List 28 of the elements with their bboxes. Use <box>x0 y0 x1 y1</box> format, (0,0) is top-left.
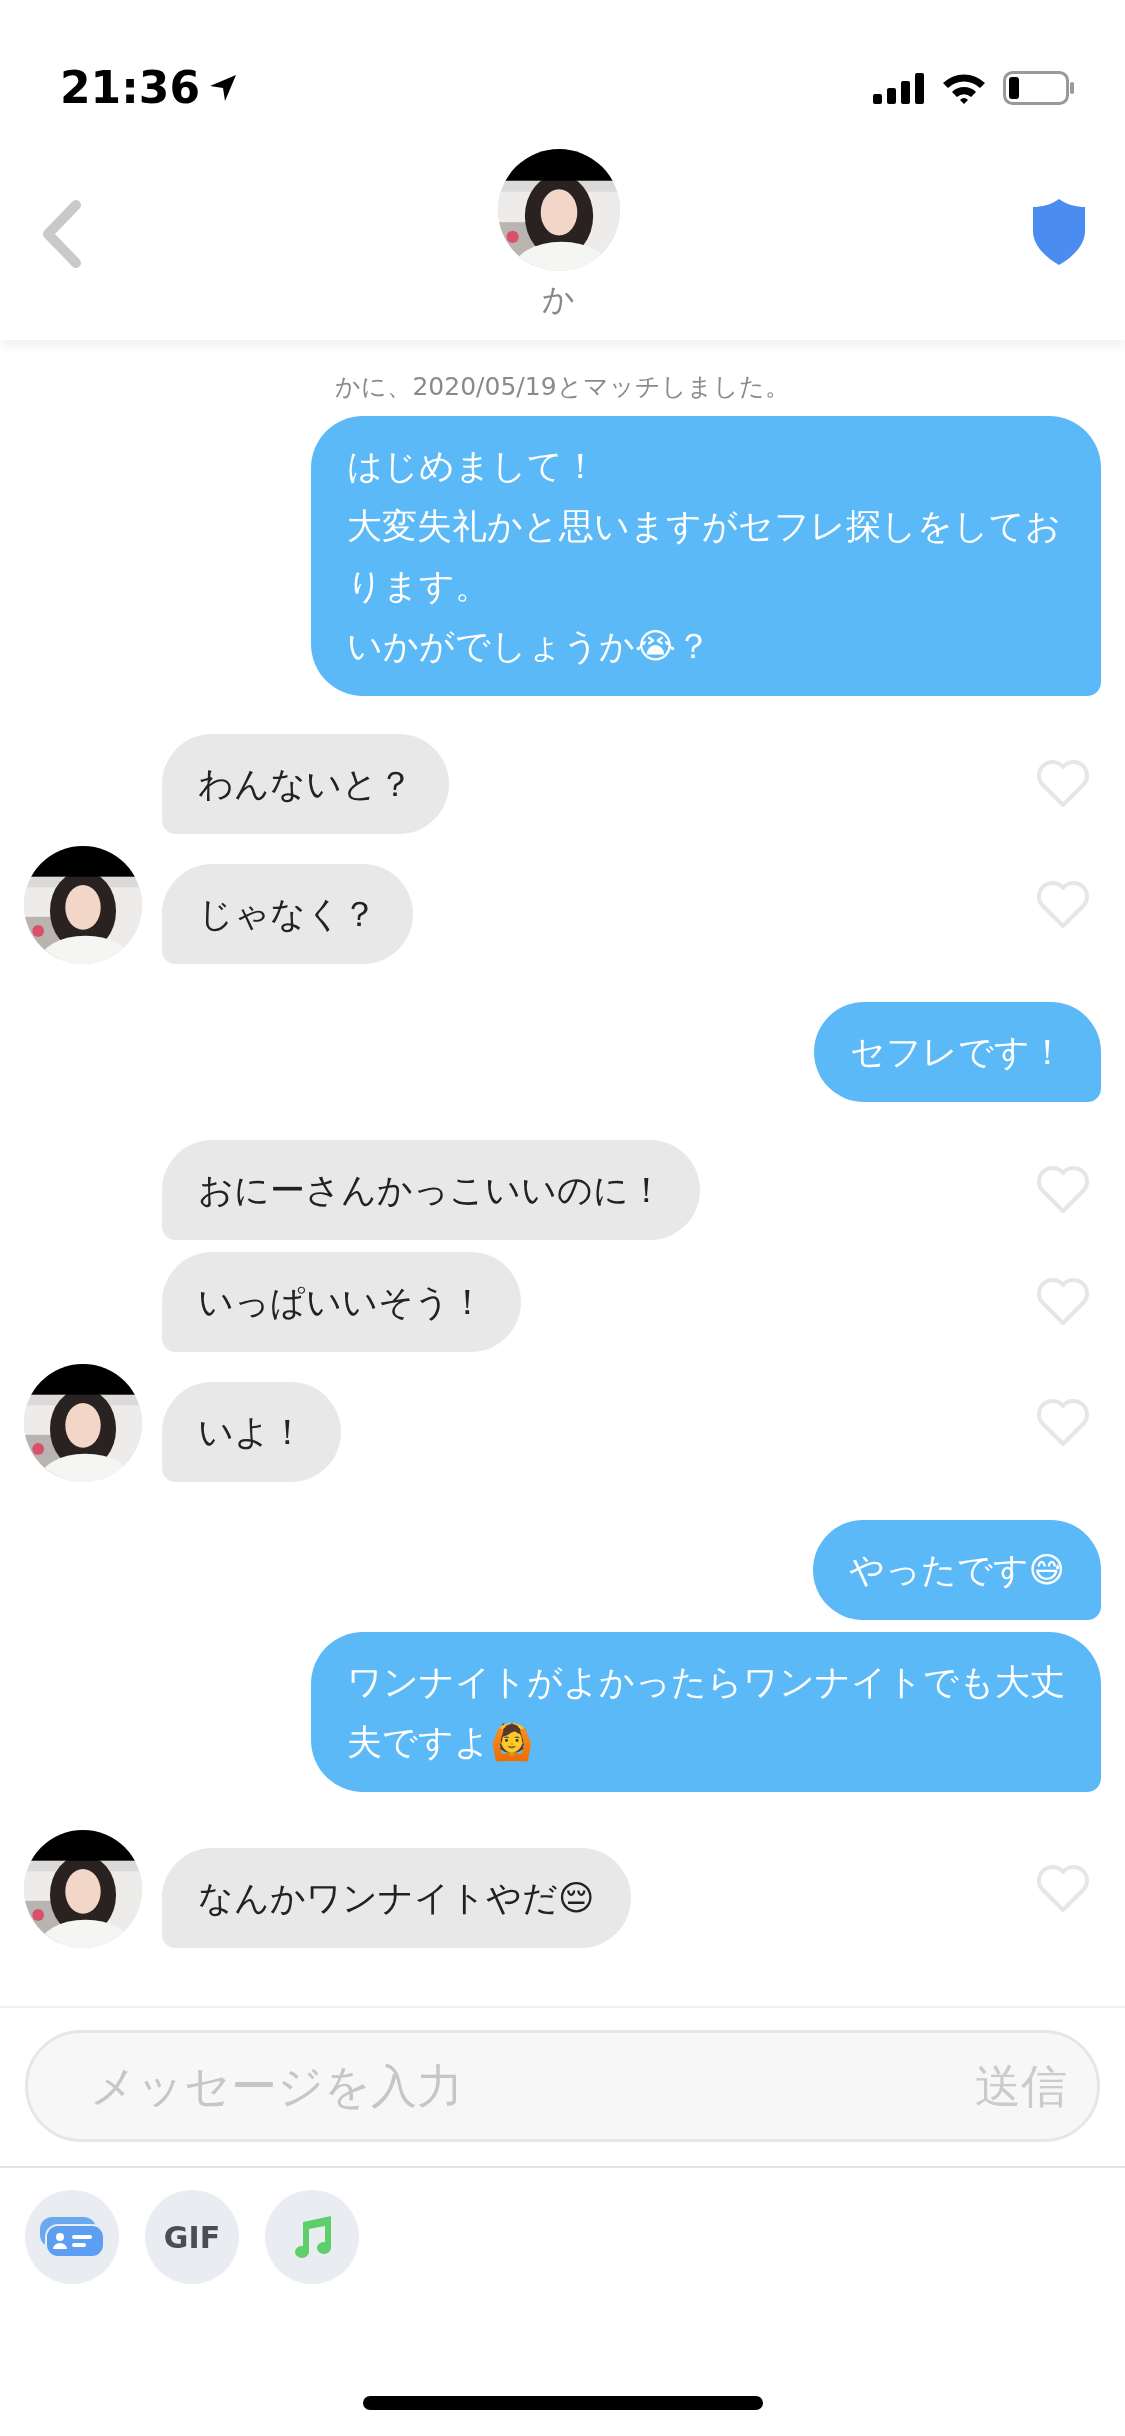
message-bubble: セフレです！ <box>814 1001 1101 1102</box>
message-bubble: おにーさんかっこいいのに！ <box>162 1139 700 1240</box>
message-bubble: やったです😅 <box>812 1519 1101 1620</box>
back-icon[interactable] <box>40 199 84 269</box>
location-arrow-icon <box>208 72 239 103</box>
status-time: 21:36 <box>60 60 201 115</box>
heart-icon[interactable] <box>1035 1397 1091 1448</box>
message-bubble: わんないと？ <box>162 733 449 834</box>
message-bubble: じゃなく？ <box>162 863 413 964</box>
battery-icon <box>1003 70 1075 105</box>
message-bubble: ワンナイトがよかったらワンナイトでも大丈夫ですよ🙆 <box>311 1631 1101 1792</box>
shield-icon[interactable] <box>1033 199 1085 265</box>
message-line: はじめまして！ <box>347 444 599 488</box>
gif-button[interactable]: GIF <box>145 2190 239 2284</box>
heart-icon[interactable] <box>1035 879 1091 930</box>
heart-icon[interactable] <box>1035 1863 1091 1914</box>
cards-icon <box>40 2217 104 2257</box>
heart-icon[interactable] <box>1035 1164 1091 1215</box>
signal-icon <box>873 71 925 104</box>
message-bubble: なんかワンナイトやだ😔 <box>162 1847 631 1948</box>
message-line: 大変失礼かと思いますがセフレ探しをしております。 <box>347 504 1062 608</box>
heart-icon[interactable] <box>1035 758 1091 809</box>
message-bubble: いよ！ <box>162 1381 341 1482</box>
match-notice: かに、2020/05/19とマッチしました。 <box>334 371 791 403</box>
message-line: いかがでしょうか😭？ <box>347 624 712 668</box>
heart-icon[interactable] <box>1035 1276 1091 1327</box>
message-bubble: いっぱいいそう！ <box>162 1251 521 1352</box>
profile-name: か <box>542 283 575 315</box>
